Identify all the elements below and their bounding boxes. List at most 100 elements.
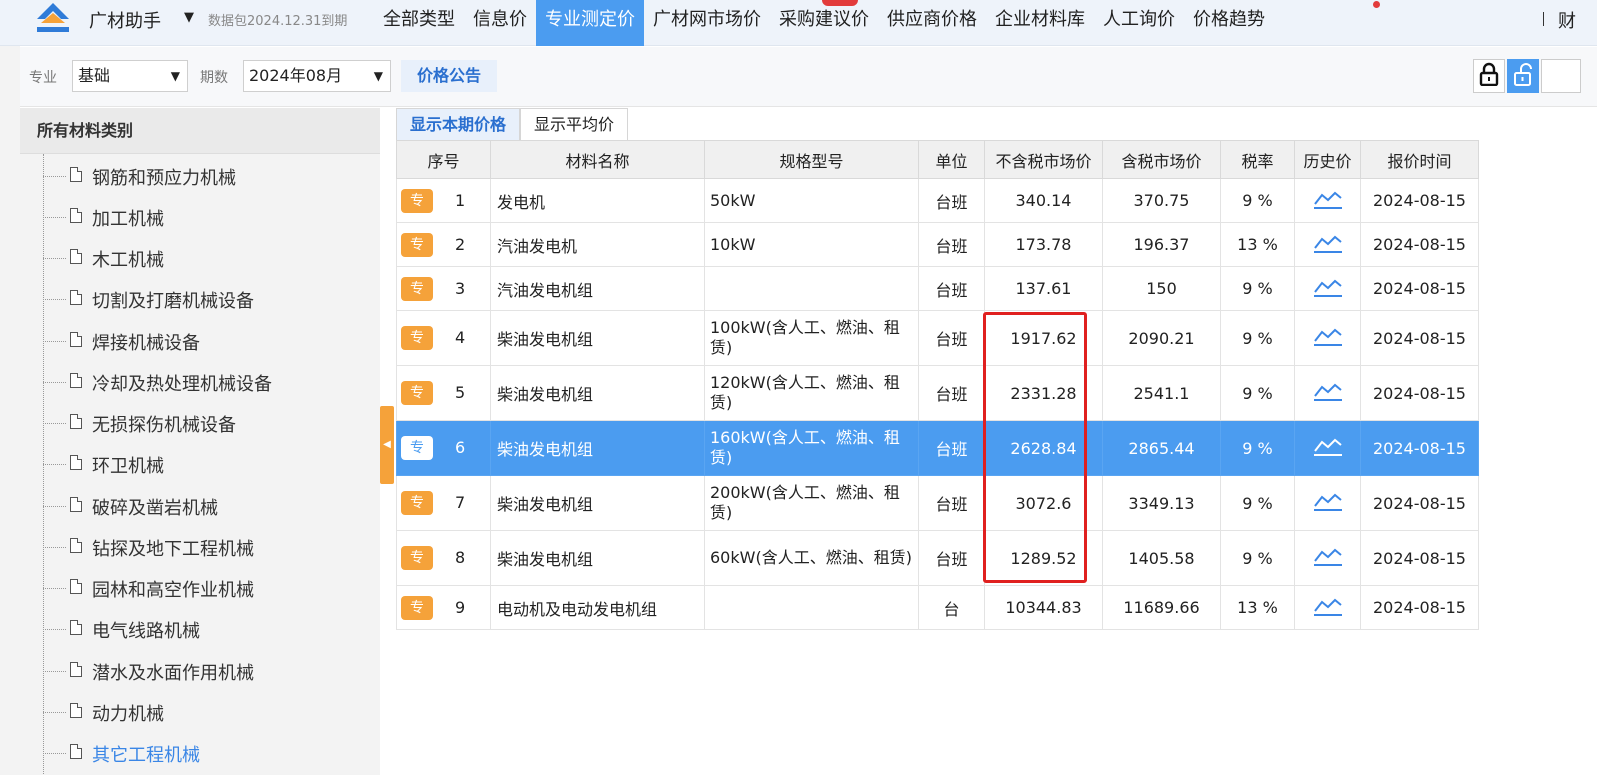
col-header-price-ex-tax[interactable]: 不含税市场价 (984, 140, 1103, 179)
app-menu-caret-icon[interactable]: ▼ (184, 10, 194, 25)
table-row[interactable]: 专 2 汽油发电机 10kW 台班 173.78 196.37 13 % 2024-08-15 (396, 222, 1479, 267)
sidebar-item[interactable]: 钢筋和预应力机械 (43, 156, 373, 197)
sidebar-item[interactable]: 园林和高空作业机械 (43, 568, 373, 609)
sidebar-item[interactable]: 其它工程机械 (43, 733, 373, 774)
major-select[interactable]: 基础 ▼ (72, 60, 188, 92)
document-icon (70, 373, 82, 388)
tree-branch-line (43, 506, 66, 507)
cell-spec: 160kW(含人工、燃油、租赁) (704, 420, 919, 476)
cell-price-in-tax: 196.37 (1102, 222, 1221, 267)
tab-current-price[interactable]: 显示本期价格 (396, 108, 521, 140)
trend-chart-icon[interactable] (1313, 435, 1343, 457)
cell-price-ex-tax: 173.78 (984, 222, 1103, 267)
sidebar-item[interactable]: 钻探及地下工程机械 (43, 527, 373, 568)
trend-chart-icon[interactable] (1313, 276, 1343, 298)
row-number: 9 (455, 597, 466, 617)
price-table: 序号 材料名称 规格型号 单位 不含税市场价 含税市场价 税率 历史价 报价时间… (396, 140, 1479, 630)
table-row[interactable]: 专 9 电动机及电动发电机组台 10344.83 11689.66 13 % 2024-08… (396, 585, 1479, 630)
cell-price-in-tax: 3349.13 (1102, 475, 1221, 531)
document-icon (70, 703, 82, 718)
sidebar-item[interactable]: 加工机械 (43, 197, 373, 238)
nav-all-types[interactable]: 全部类型 (374, 0, 464, 46)
app-name[interactable]: 广材助手 (89, 7, 161, 33)
professional-tag-badge: 专 (401, 381, 433, 405)
nav-professional-price[interactable]: 专业测定价 (536, 0, 644, 46)
col-header-unit[interactable]: 单位 (918, 140, 985, 179)
sidebar-collapse-handle[interactable]: ◀ (380, 406, 394, 484)
cell-tax-rate: 13 % (1220, 585, 1295, 630)
table-row[interactable]: 专 1 发电机 50kW 台班 340.14 370.75 9 % 2024-08-15 (396, 178, 1479, 223)
document-icon (70, 620, 82, 635)
toolbar-overflow-button[interactable] (1541, 59, 1581, 93)
cell-price-in-tax: 2090.21 (1102, 310, 1221, 366)
cell-spec: 120kW(含人工、燃油、租赁) (704, 365, 919, 421)
sidebar-item[interactable]: 无损探伤机械设备 (43, 403, 373, 444)
period-select[interactable]: 2024年08月 ▼ (243, 60, 391, 92)
sidebar-item[interactable]: 冷却及热处理机械设备 (43, 362, 373, 403)
nav-enterprise-library[interactable]: 企业材料库 (986, 0, 1094, 46)
cell-price-in-tax: 370.75 (1102, 178, 1221, 223)
cell-material-name: 柴油发电机组 (490, 310, 705, 366)
col-header-price-in-tax[interactable]: 含税市场价 (1102, 140, 1221, 179)
nav-purchase-price[interactable]: 采购建议价 (770, 0, 878, 46)
nav-overflow-item[interactable]: 财 (1558, 7, 1597, 33)
period-label: 期数 (200, 70, 228, 86)
trend-chart-icon[interactable] (1313, 188, 1343, 210)
col-header-name[interactable]: 材料名称 (490, 140, 705, 179)
col-header-spec[interactable]: 规格型号 (704, 140, 919, 179)
trend-chart-icon[interactable] (1313, 545, 1343, 567)
tree-branch-line (43, 299, 66, 300)
trend-chart-icon[interactable] (1313, 380, 1343, 402)
col-header-quote-date[interactable]: 报价时间 (1360, 140, 1479, 179)
cell-tax-rate: 9 % (1220, 420, 1295, 476)
professional-tag-badge: 专 (401, 491, 433, 515)
sidebar-item[interactable]: 破碎及凿岩机械 (43, 486, 373, 527)
table-row[interactable]: 专 6 柴油发电机组 160kW(含人工、燃油、租赁) 台班 2628.84 2865.44… (396, 420, 1479, 476)
sidebar-item[interactable]: 环卫机械 (43, 444, 373, 485)
trend-chart-icon[interactable] (1313, 232, 1343, 254)
cell-no: 专3 (396, 266, 491, 311)
nav-market-price[interactable]: 广材网市场价 (644, 0, 770, 46)
table-row[interactable]: 专 8 柴油发电机组 60kW(含人工、燃油、租赁) 台班 1289.52 1405.58 9… (396, 530, 1479, 586)
sidebar-item[interactable]: 潜水及水面作用机械 (43, 651, 373, 692)
major-label: 专业 (29, 70, 57, 86)
sidebar-item[interactable]: 电气线路机械 (43, 609, 373, 650)
nav-manual-inquiry[interactable]: 人工询价 (1094, 0, 1184, 46)
sidebar-item[interactable]: 动力机械 (43, 692, 373, 733)
table-row[interactable]: 专 4 柴油发电机组 100kW(含人工、燃油、租赁) 台班 1917.62 2090.21… (396, 310, 1479, 366)
table-row[interactable]: 专 7 柴油发电机组 200kW(含人工、燃油、租赁) 台班 3072.6 3349.13 9… (396, 475, 1479, 531)
cell-quote-date: 2024-08-15 (1360, 365, 1479, 421)
tree-branch-line (43, 176, 66, 177)
trend-chart-icon[interactable] (1313, 490, 1343, 512)
nav-info-price[interactable]: 信息价 (464, 0, 536, 46)
nav-price-trend[interactable]: 价格趋势 (1184, 0, 1274, 46)
sidebar-item[interactable]: 切割及打磨机械设备 (43, 279, 373, 320)
filter-bar: 专业 基础 ▼ 期数 2024年08月 ▼ 价格公告 (20, 47, 1597, 107)
tab-average-price[interactable]: 显示平均价 (520, 108, 629, 140)
lock-button[interactable] (1473, 59, 1505, 93)
tree-branch-line (43, 588, 66, 589)
sidebar-item-label: 环卫机械 (92, 456, 164, 477)
col-header-no[interactable]: 序号 (396, 140, 491, 179)
table-row[interactable]: 专 3 汽油发电机组 台班 137.61 150 9 % 2024-08-15 (396, 266, 1479, 311)
sidebar-item[interactable]: 焊接机械设备 (43, 321, 373, 362)
document-icon (70, 744, 82, 759)
trend-chart-icon[interactable] (1313, 325, 1343, 347)
cell-history (1294, 310, 1361, 366)
table-row[interactable]: 专 5 柴油发电机组 120kW(含人工、燃油、租赁) 台班 2331.28 2541.1 9… (396, 365, 1479, 421)
sidebar-item[interactable]: 木工机械 (43, 238, 373, 279)
tree-branch-line (43, 712, 66, 713)
col-header-tax-rate[interactable]: 税率 (1220, 140, 1295, 179)
cell-tax-rate: 9 % (1220, 475, 1295, 531)
trend-chart-icon[interactable] (1313, 595, 1343, 617)
unlock-button[interactable] (1507, 59, 1539, 93)
price-notice-button[interactable]: 价格公告 (401, 60, 497, 92)
tree-branch-line (43, 629, 66, 630)
nav-supplier-price[interactable]: 供应商价格 (878, 0, 986, 46)
cell-quote-date: 2024-08-15 (1360, 475, 1479, 531)
cell-unit: 台班 (918, 266, 985, 311)
row-number: 1 (455, 190, 466, 210)
document-icon (70, 290, 82, 305)
col-header-history[interactable]: 历史价 (1294, 140, 1361, 179)
tree-branch-line (43, 547, 66, 548)
